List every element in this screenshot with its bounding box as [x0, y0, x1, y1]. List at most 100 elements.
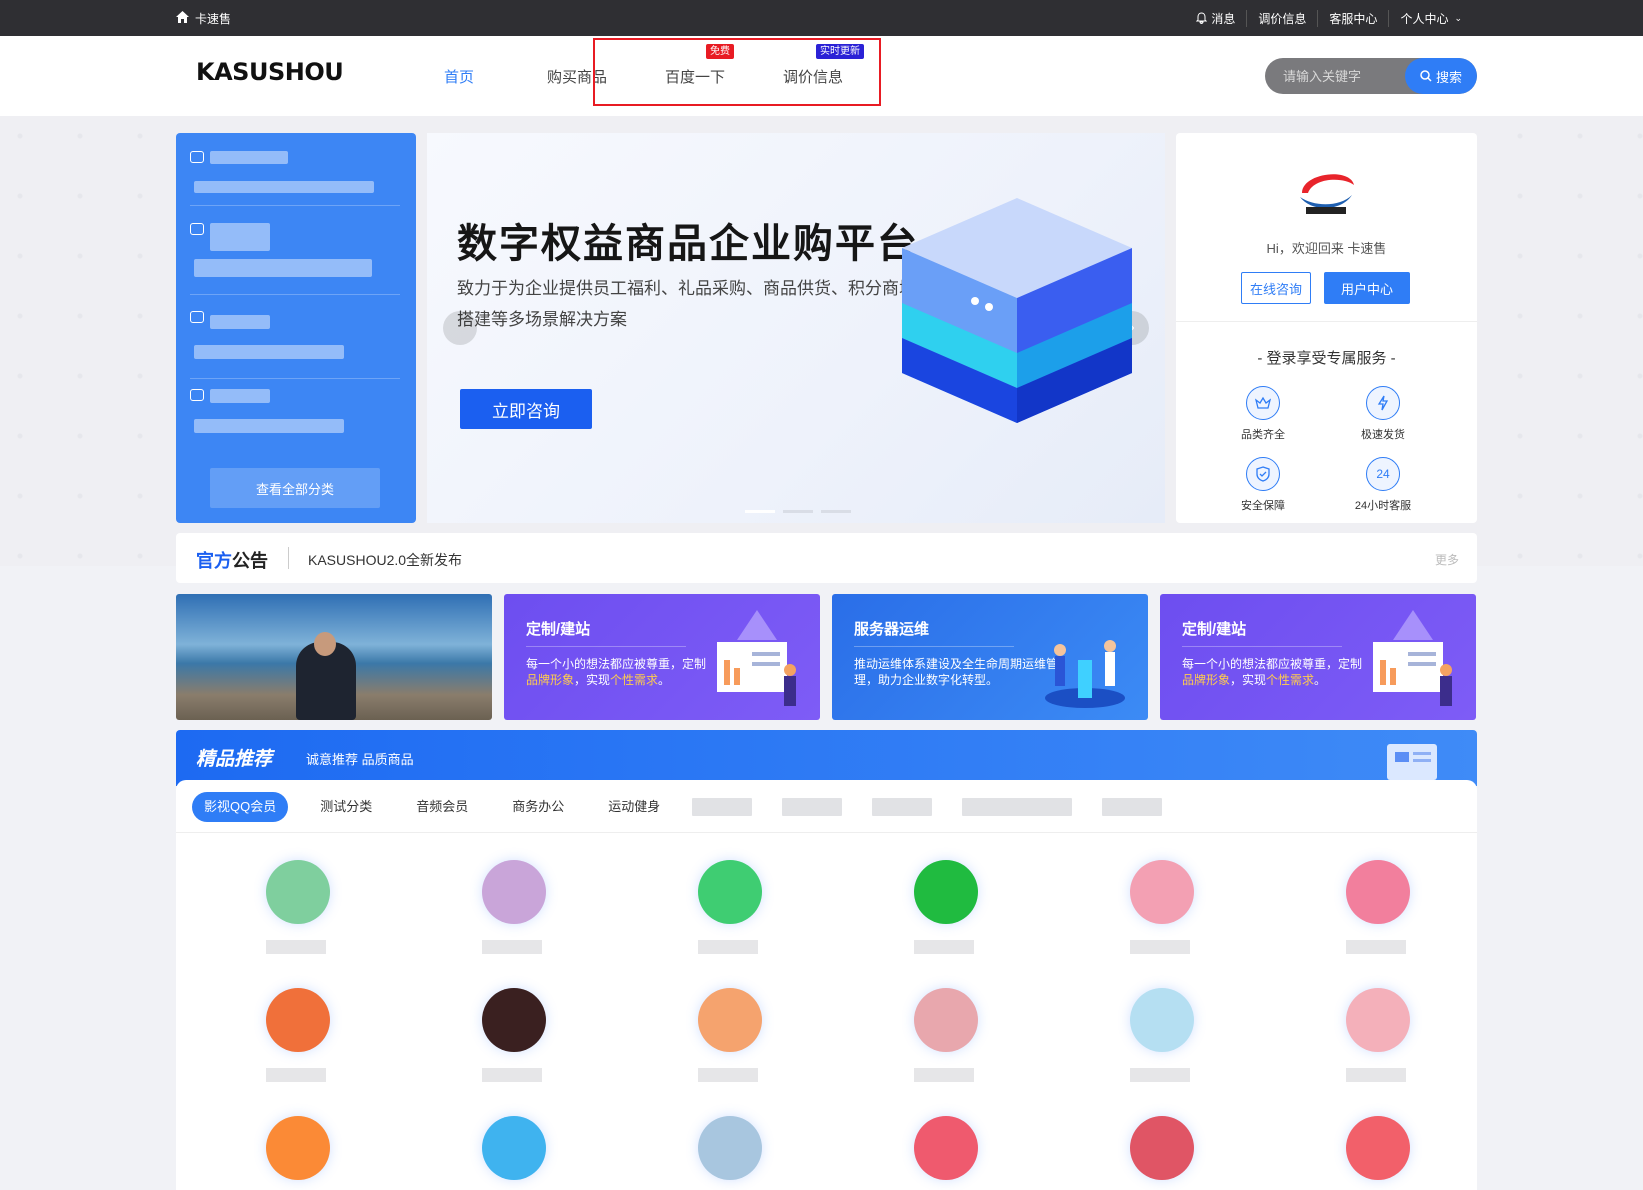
product-card[interactable] — [884, 860, 1004, 970]
clock-24-icon: 24 — [1366, 457, 1400, 491]
recommend-subtitle: 诚意推荐 品质商品 — [306, 752, 414, 767]
product-image — [266, 860, 330, 924]
product-card[interactable] — [236, 988, 356, 1098]
promo-desc-text: 每一个小的想法都应被尊重，定制 — [1182, 657, 1363, 671]
product-name-blurred — [914, 940, 974, 954]
product-image — [1346, 1116, 1410, 1180]
consult-now-button[interactable]: 立即咨询 — [460, 389, 592, 429]
tab-blurred[interactable] — [962, 798, 1073, 816]
category-icon — [190, 151, 204, 163]
promo-desc-text: ，实现 — [574, 673, 611, 687]
notice-message[interactable]: KASUSHOU2.0全新发布 — [308, 550, 462, 570]
search-icon — [1420, 70, 1432, 82]
category-group[interactable] — [190, 223, 400, 295]
category-group[interactable] — [190, 311, 400, 379]
personal-center-menu[interactable]: 个人中心 ⌄ — [1388, 9, 1473, 27]
product-name-blurred — [482, 1068, 542, 1082]
tab-blurred[interactable] — [1102, 798, 1163, 816]
price-info-link[interactable]: 调价信息 — [1246, 9, 1317, 27]
banner-dot[interactable] — [783, 510, 813, 513]
promo-card-custom-site-2[interactable]: 定制/建站 每一个小的想法都应被尊重，定制品牌形象，实现个性需求。 — [1160, 594, 1476, 720]
product-card[interactable] — [236, 860, 356, 970]
category-group[interactable] — [190, 389, 400, 449]
crown-icon — [1246, 386, 1280, 420]
product-card[interactable] — [1316, 860, 1436, 970]
service-label: 24小时客服 — [1354, 500, 1412, 512]
analytics-illustration — [717, 610, 796, 706]
promo-desc: 推动运维体系建设及全生命周期运维管理，助力企业数字化转型。 — [854, 657, 1059, 687]
product-name-blurred — [1130, 940, 1190, 954]
tab-business[interactable]: 商务办公 — [500, 792, 576, 822]
product-name-blurred — [266, 940, 326, 954]
banner-prev-button[interactable] — [443, 311, 477, 345]
price-info-label: 调价信息 — [1258, 11, 1307, 26]
product-name-blurred — [1346, 1068, 1406, 1082]
nav-highlight-box — [593, 38, 881, 106]
product-name-blurred — [914, 1068, 974, 1082]
divider — [288, 547, 289, 569]
tab-blurred[interactable] — [782, 798, 843, 816]
banner-title: 数字权益商品企业购平台 — [457, 222, 919, 266]
service-item: 24 24小时客服 — [1338, 457, 1428, 513]
product-image — [1130, 860, 1194, 924]
messages-link[interactable]: 消息 — [1185, 10, 1246, 27]
search-input[interactable] — [1265, 58, 1405, 94]
banner-dot[interactable] — [821, 510, 851, 513]
product-card[interactable] — [1100, 860, 1220, 970]
product-card[interactable] — [668, 860, 788, 970]
product-card[interactable] — [236, 1116, 356, 1190]
user-center-button[interactable]: 用户中心 — [1324, 272, 1410, 304]
search-box: 搜索 — [1265, 58, 1477, 94]
category-panel: 查看全部分类 — [176, 133, 416, 523]
site-logo[interactable]: KASUSHOU — [196, 58, 344, 86]
tab-video-qq[interactable]: 影视QQ会员 — [192, 792, 289, 822]
product-image — [482, 988, 546, 1052]
product-card[interactable] — [452, 988, 572, 1098]
notice-title-a: 官方 — [196, 551, 232, 571]
avatar — [1300, 174, 1354, 214]
promo-card-custom-site[interactable]: 定制/建站 每一个小的想法都应被尊重，定制品牌形象，实现个性需求。 — [504, 594, 820, 720]
product-image — [914, 988, 978, 1052]
search-button-label: 搜索 — [1435, 69, 1462, 85]
search-button[interactable]: 搜索 — [1405, 58, 1477, 94]
lightning-icon — [1366, 386, 1400, 420]
nav-home[interactable]: 首页 — [400, 66, 518, 87]
product-card[interactable] — [1316, 1116, 1436, 1190]
product-card[interactable] — [1100, 988, 1220, 1098]
product-card[interactable] — [884, 988, 1004, 1098]
promo-title: 定制/建站 — [526, 621, 591, 638]
product-card[interactable] — [1316, 988, 1436, 1098]
banner-dot[interactable] — [745, 510, 775, 513]
promo-title: 服务器运维 — [854, 621, 930, 638]
tab-blurred[interactable] — [692, 798, 753, 816]
promo-desc: 每一个小的想法都应被尊重，定制品牌形象，实现个性需求。 — [526, 656, 716, 688]
tab-test[interactable]: 测试分类 — [308, 792, 384, 822]
hero-banner: 数字权益商品企业购平台 致力于为企业提供员工福利、礼品采购、商品供货、积分商城搭… — [427, 133, 1165, 523]
notice-title-b: 公告 — [232, 551, 268, 571]
product-image — [482, 1116, 546, 1180]
product-card[interactable] — [668, 1116, 788, 1190]
customer-service-link[interactable]: 客服中心 — [1317, 9, 1388, 27]
promo-photo-card[interactable] — [176, 594, 492, 720]
tab-blurred[interactable] — [872, 798, 933, 816]
messages-label: 消息 — [1211, 11, 1236, 26]
category-group[interactable] — [190, 151, 400, 206]
online-consult-button[interactable]: 在线咨询 — [1241, 272, 1311, 304]
tab-sports[interactable]: 运动健身 — [596, 792, 672, 822]
product-card[interactable] — [884, 1116, 1004, 1190]
product-name-blurred — [266, 1068, 326, 1082]
divider — [176, 832, 1477, 833]
product-card[interactable] — [452, 860, 572, 970]
product-card[interactable] — [452, 1116, 572, 1190]
product-card[interactable] — [1100, 1116, 1220, 1190]
home-link[interactable]: 卡速售 — [176, 0, 231, 36]
tab-audio[interactable]: 音频会员 — [404, 792, 480, 822]
notice-more-link[interactable]: 更多 — [1435, 551, 1459, 568]
nav-home-label: 首页 — [443, 68, 474, 86]
view-all-categories-button[interactable]: 查看全部分类 — [210, 468, 380, 508]
notice-bar: 官方公告 KASUSHOU2.0全新发布 更多 — [176, 533, 1477, 583]
product-card[interactable] — [668, 988, 788, 1098]
welcome-text: Hi，欢迎回来 卡速售 — [1266, 241, 1387, 256]
promo-card-server-ops[interactable]: 服务器运维 推动运维体系建设及全生命周期运维管理，助力企业数字化转型。 — [832, 594, 1148, 720]
product-image — [266, 1116, 330, 1180]
